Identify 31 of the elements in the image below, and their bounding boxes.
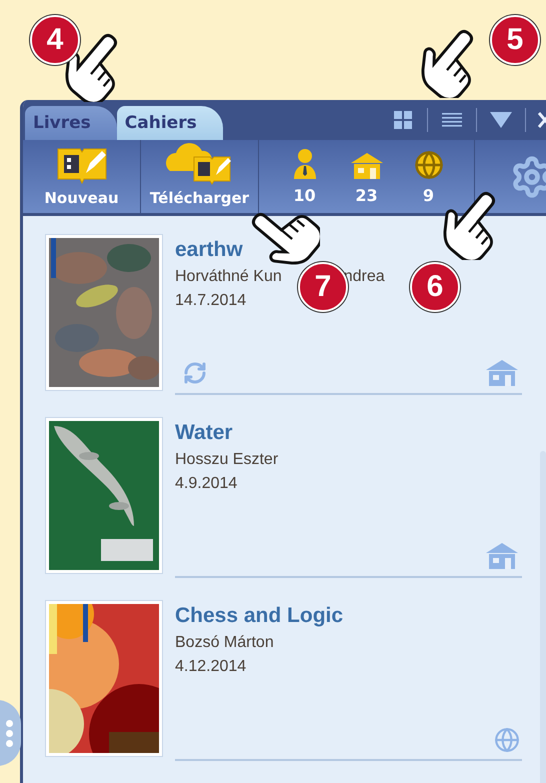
author-name: Bozsó Márton — [175, 634, 274, 652]
book-entry[interactable]: Water Hosszu Eszter 4.9.2014 — [175, 417, 522, 578]
date: 4.12.2014 — [175, 658, 246, 676]
dropdown-icon[interactable] — [490, 112, 512, 128]
count: 10 — [293, 186, 316, 205]
step-number: 4 — [30, 15, 80, 65]
person-icon — [292, 148, 318, 180]
step-number: 5 — [490, 15, 540, 65]
tab[interactable]: Cahiers — [116, 106, 223, 140]
tab[interactable]: Livres — [25, 106, 117, 140]
globe-icon — [494, 727, 520, 753]
book-title[interactable]: Chess and Logic — [175, 604, 522, 628]
count: 9 — [422, 186, 434, 205]
date: 4.9.2014 — [175, 475, 238, 493]
toolbar-button[interactable]: Télécharger — [141, 140, 259, 213]
settings-icon[interactable] — [510, 154, 546, 198]
toolbar-button[interactable]: Nouveau — [23, 140, 141, 213]
close-icon[interactable] — [538, 111, 546, 129]
house-icon — [484, 542, 520, 570]
house-icon — [348, 152, 384, 180]
author-name: Hosszu Eszter — [175, 451, 278, 469]
house-icon — [484, 359, 520, 387]
globe-icon — [414, 150, 444, 180]
book-entry[interactable]: Chess and Logic Bozsó Márton 4.12.2014 — [175, 600, 522, 761]
list-view-icon[interactable] — [442, 112, 462, 128]
date: 14.7.2014 — [175, 292, 246, 310]
grid-view-icon[interactable] — [394, 111, 412, 129]
count: 23 — [355, 186, 378, 205]
book-title[interactable]: Water — [175, 421, 522, 445]
book-title[interactable]: earthw — [175, 238, 522, 262]
author-name: Horváthné Kun — [175, 268, 282, 286]
